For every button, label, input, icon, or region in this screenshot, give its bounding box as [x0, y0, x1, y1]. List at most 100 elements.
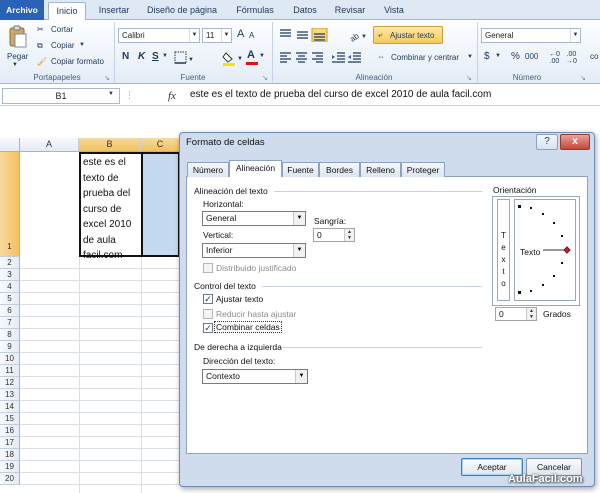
wrap-text-checkbox[interactable]: ✓	[203, 294, 213, 304]
shrink-to-fit-checkbox[interactable]	[203, 309, 213, 319]
font-launcher-icon[interactable]: ↘	[262, 74, 268, 82]
formula-content[interactable]: este es el texto de prueba del curso de …	[190, 89, 491, 100]
copy-button[interactable]: Copiar	[51, 41, 75, 50]
font-color-dropdown-icon[interactable]: ▼	[259, 53, 265, 59]
dialog-tab-alineacion[interactable]: Alineación	[229, 160, 282, 177]
tab-formulas[interactable]: Fórmulas	[230, 2, 280, 20]
align-bottom-icon[interactable]	[312, 28, 327, 42]
row-header[interactable]: 10	[0, 353, 20, 365]
decrease-decimal-icon[interactable]: .00 →0	[566, 51, 577, 65]
align-middle-icon[interactable]	[296, 28, 310, 42]
fill-color-icon[interactable]: ▼	[222, 50, 244, 66]
tab-archivo[interactable]: Archivo	[0, 0, 44, 20]
row-header[interactable]: 16	[0, 425, 20, 437]
row-header[interactable]: 2	[0, 257, 20, 269]
tab-revisar[interactable]: Revisar	[330, 2, 370, 20]
wrap-text-button[interactable]: ⤶ Ajustar texto	[373, 26, 443, 44]
font-size-combo[interactable]: 11 ▼	[202, 28, 232, 43]
percent-button[interactable]: %	[511, 51, 520, 62]
horizontal-combo[interactable]: General ▼	[202, 211, 306, 226]
tab-diseno-de-pagina[interactable]: Diseño de página	[142, 2, 222, 20]
indent-spinner[interactable]: 0 ▲ ▼	[313, 228, 355, 242]
alignment-launcher-icon[interactable]: ↘	[466, 74, 472, 82]
row-header[interactable]: 18	[0, 449, 20, 461]
merge-cells-checkbox[interactable]: ✓	[203, 323, 213, 333]
vertical-combo[interactable]: Inferior ▼	[202, 243, 306, 258]
row-header[interactable]: 6	[0, 305, 20, 317]
degrees-spinner[interactable]: 0 ▲ ▼	[495, 307, 537, 321]
orientation-icon[interactable]: ab ▼	[348, 28, 368, 44]
currency-dropdown-icon[interactable]: ▼	[495, 53, 501, 59]
row-header[interactable]: 12	[0, 377, 20, 389]
column-header-c[interactable]: C	[141, 138, 180, 152]
underline-dropdown-icon[interactable]: ▼	[162, 53, 168, 59]
align-center-icon[interactable]	[295, 50, 309, 64]
dialog-close-button[interactable]: x	[560, 134, 590, 150]
row-header[interactable]: 20	[0, 473, 20, 485]
tab-vista[interactable]: Vista	[378, 2, 410, 20]
currency-button[interactable]: $	[484, 51, 490, 62]
align-right-icon[interactable]	[311, 50, 325, 64]
underline-button[interactable]: S	[152, 51, 159, 62]
orientation-dial[interactable]: Texto	[514, 199, 576, 301]
dialog-tab-fuente[interactable]: Fuente	[282, 162, 319, 177]
row-header[interactable]: 13	[0, 389, 20, 401]
paste-button[interactable]: Pegar	[7, 52, 28, 61]
dialog-tab-numero[interactable]: Número	[187, 162, 229, 177]
italic-button[interactable]: K	[138, 51, 145, 62]
row-header[interactable]: 8	[0, 329, 20, 341]
align-top-icon[interactable]	[279, 28, 293, 42]
font-name-dropdown-icon[interactable]: ▼	[189, 29, 199, 42]
distributed-checkbox[interactable]	[203, 263, 213, 273]
merge-center-button[interactable]: ⇔ Combinar y centrar ▼	[373, 49, 473, 67]
number-launcher-icon[interactable]: ↘	[580, 74, 586, 82]
row-header[interactable]: 7	[0, 317, 20, 329]
align-left-icon[interactable]	[279, 50, 293, 64]
dialog-help-button[interactable]: ?	[536, 134, 558, 150]
cut-button[interactable]: Cortar	[51, 25, 73, 34]
bold-button[interactable]: N	[122, 51, 129, 62]
row-header[interactable]: 4	[0, 281, 20, 293]
text-direction-dropdown-icon[interactable]: ▼	[295, 370, 307, 383]
cell-b1[interactable]: este es el texto de prueba del curso de …	[79, 152, 143, 261]
horizontal-dropdown-icon[interactable]: ▼	[293, 212, 305, 225]
tab-inicio[interactable]: Inicio	[48, 2, 86, 21]
name-box[interactable]: B1	[2, 88, 120, 104]
row-header[interactable]: 17	[0, 437, 20, 449]
number-format-combo[interactable]: General ▼	[481, 28, 581, 43]
row-header[interactable]: 3	[0, 269, 20, 281]
thousands-separator-button[interactable]: 000	[525, 52, 538, 61]
grow-font-button[interactable]: A	[237, 28, 244, 40]
row-header[interactable]: 15	[0, 413, 20, 425]
dialog-tab-proteger[interactable]: Proteger	[401, 162, 445, 177]
clipboard-launcher-icon[interactable]: ↘	[104, 74, 110, 82]
number-format-dropdown-icon[interactable]: ▼	[570, 29, 580, 42]
font-color-button[interactable]: A	[247, 49, 255, 61]
indent-spin-arrows-icon[interactable]: ▲ ▼	[344, 229, 354, 241]
row-header[interactable]: 5	[0, 293, 20, 305]
font-name-combo[interactable]: Calibri ▼	[118, 28, 200, 43]
dialog-tab-bordes[interactable]: Bordes	[319, 162, 360, 177]
merge-center-dropdown-icon[interactable]: ▼	[467, 54, 473, 60]
column-header-b[interactable]: B	[79, 138, 141, 152]
copy-dropdown-icon[interactable]: ▼	[79, 42, 85, 48]
row-header-1[interactable]: 1	[0, 152, 20, 257]
copy-format-button[interactable]: Copiar formato	[51, 57, 104, 66]
font-size-dropdown-icon[interactable]: ▼	[221, 29, 231, 42]
paste-dropdown-icon[interactable]: ▼	[12, 62, 18, 68]
decrease-indent-icon[interactable]	[331, 50, 346, 64]
row-header[interactable]: 11	[0, 365, 20, 377]
borders-icon[interactable]: ▼	[174, 51, 194, 65]
increase-decimal-icon[interactable]: ←0.00	[549, 51, 560, 65]
dialog-tab-relleno[interactable]: Relleno	[360, 162, 401, 177]
row-header[interactable]: 14	[0, 401, 20, 413]
vertical-text-button[interactable]: T e x t o	[497, 199, 510, 301]
tab-insertar[interactable]: Insertar	[92, 2, 136, 20]
shrink-font-button[interactable]: A	[249, 31, 254, 40]
column-header-a[interactable]: A	[20, 138, 79, 152]
insert-function-icon[interactable]: fx	[168, 88, 182, 104]
row-header[interactable]: 9	[0, 341, 20, 353]
increase-indent-icon[interactable]	[347, 50, 362, 64]
row-header[interactable]: 19	[0, 461, 20, 473]
tab-datos[interactable]: Datos	[288, 2, 322, 20]
